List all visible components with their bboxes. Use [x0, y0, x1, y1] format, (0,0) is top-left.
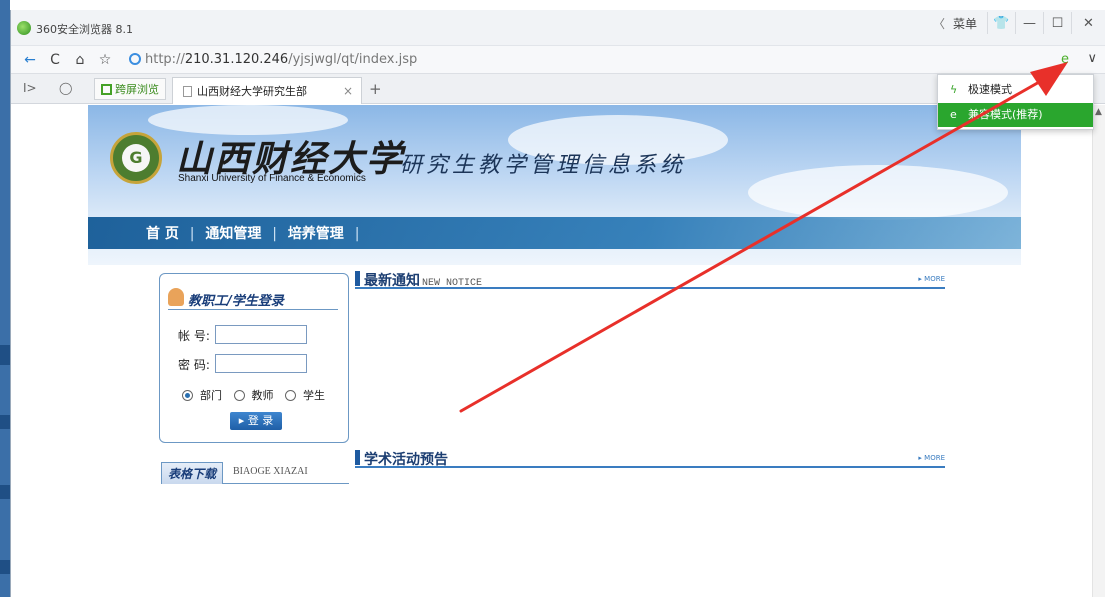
downloads-tab[interactable]: 表格下载	[161, 462, 224, 484]
url-host: 210.31.120.246	[184, 52, 289, 67]
minimize-button[interactable]: —	[1015, 12, 1043, 34]
login-button[interactable]: ▸ 登 录	[230, 412, 282, 430]
close-tab-icon[interactable]: ×	[343, 84, 353, 98]
skin-icon[interactable]: 👕	[987, 12, 1015, 34]
account-label: 帐 号:	[178, 329, 210, 343]
password-label: 密 码:	[178, 358, 210, 372]
url-path: /yjsjwgl/qt/index.jsp	[288, 52, 418, 67]
ie-icon: e	[950, 108, 957, 121]
login-panel: 教职工/学生登录 帐 号: 密 码: 部门 教师 学生 ▸ 登 录	[159, 273, 349, 443]
window-title: 360安全浏览器 8.1	[36, 23, 133, 36]
seal-letter: G	[122, 144, 150, 172]
maximize-button[interactable]: ☐	[1043, 12, 1071, 34]
chevron-down-icon[interactable]: ∨	[1087, 51, 1097, 66]
password-input[interactable]	[215, 354, 307, 373]
title-bar: 360安全浏览器 8.1 〈 菜单 👕 — ☐ ✕	[11, 10, 1105, 46]
academic-header: 学术活动预告 ▸ MORE	[355, 448, 945, 468]
tab-current-page[interactable]: 山西财经大学研究生部 ×	[172, 77, 362, 104]
role-radio-teacher[interactable]	[233, 389, 245, 401]
account-input[interactable]	[215, 325, 307, 344]
user-avatar-icon	[168, 288, 184, 306]
role-radio-student[interactable]	[285, 389, 296, 401]
academic-title: 学术活动预告	[364, 452, 448, 468]
login-header: 教职工/学生登录	[168, 286, 338, 310]
nav-notice-management[interactable]: 通知管理	[205, 226, 261, 242]
notices-header: 最新通知 NEW NOTICE ▸ MORE	[355, 269, 945, 289]
university-seal-icon: G	[110, 132, 162, 184]
desktop-icon-strip	[0, 485, 10, 499]
page-status-icon	[129, 53, 141, 65]
role-selector: 部门 教师 学生	[182, 387, 325, 403]
nav-home[interactable]: 首 页	[146, 226, 179, 242]
desktop-background	[0, 0, 10, 597]
sidebar-collapse-icon[interactable]: 〈	[933, 15, 945, 32]
login-title: 教职工/学生登录	[188, 294, 284, 309]
reload-icon[interactable]: C	[46, 51, 64, 69]
downloads-subtitle: BIAOGE XIAZAI	[233, 466, 308, 477]
browser-mode-menu: ϟ 极速模式 e 兼容模式(推荐)	[937, 74, 1094, 130]
web-page: G 山西财经大学 Shanxi University of Finance & …	[11, 105, 1093, 597]
system-title: 研究生教学管理信息系统	[400, 153, 687, 178]
role-label-student: 学生	[303, 389, 325, 402]
close-button[interactable]: ✕	[1071, 12, 1105, 34]
nav-training-management[interactable]: 培养管理	[288, 226, 344, 242]
menu-item-compat-mode[interactable]: e 兼容模式(推荐)	[938, 103, 1093, 127]
notices-subtitle: NEW NOTICE	[422, 278, 483, 289]
menu-item-label: 兼容模式(推荐)	[968, 108, 1043, 121]
page-icon	[183, 85, 192, 97]
sidebar-toggle-icon[interactable]: I>	[23, 81, 37, 95]
split-screen-icon	[101, 83, 112, 95]
notices-more-link[interactable]: ▸ MORE	[918, 275, 945, 283]
address-bar: ← C ⌂ ☆ http://210.31.120.246/yjsjwgl/qt…	[11, 46, 1105, 74]
menu-button[interactable]: 菜单	[953, 15, 977, 32]
nav-separator: |	[354, 226, 360, 242]
url-field[interactable]: http://210.31.120.246/yjsjwgl/qt/index.j…	[145, 52, 417, 67]
split-view-label: 跨屏浏览	[115, 83, 159, 96]
section-marker	[355, 271, 360, 286]
vertical-scrollbar[interactable]: ▲	[1092, 105, 1105, 597]
compat-mode-icon[interactable]: e	[1061, 52, 1069, 67]
downloads-header: 表格下载 BIAOGE XIAZAI	[161, 462, 349, 484]
browser-window: 360安全浏览器 8.1 〈 菜单 👕 — ☐ ✕ ← C ⌂ ☆ http:/…	[10, 10, 1105, 597]
desktop-icon-strip	[0, 415, 10, 429]
role-label-department: 部门	[200, 389, 222, 402]
nav-separator: |	[272, 226, 277, 242]
url-scheme: http://	[145, 52, 185, 67]
cloud-icon[interactable]: ◯	[59, 81, 72, 95]
back-arrow-icon[interactable]: ←	[21, 51, 39, 69]
academic-more-link[interactable]: ▸ MORE	[918, 454, 945, 462]
new-tab-button[interactable]: +	[369, 80, 382, 98]
menu-item-fast-mode[interactable]: ϟ 极速模式	[938, 78, 1093, 102]
site-nav: 首 页 | 通知管理 | 培养管理 |	[88, 217, 1021, 249]
desktop-icon-strip	[0, 345, 10, 365]
favorite-star-icon[interactable]: ☆	[96, 51, 114, 69]
site-banner: G 山西财经大学 Shanxi University of Finance & …	[88, 105, 1021, 265]
menu-item-label: 极速模式	[968, 83, 1012, 96]
role-radio-department[interactable]	[182, 389, 193, 401]
scroll-up-icon[interactable]: ▲	[1095, 107, 1102, 117]
home-icon[interactable]: ⌂	[71, 51, 89, 69]
nav-separator: |	[189, 226, 195, 242]
desktop-icon-strip	[0, 560, 10, 574]
role-label-teacher: 教师	[251, 389, 274, 402]
section-marker	[355, 450, 360, 465]
tab-label: 山西财经大学研究生部	[197, 85, 307, 98]
notices-title: 最新通知	[364, 273, 420, 289]
browser-logo-icon	[17, 21, 31, 35]
university-name-en: Shanxi University of Finance & Economics	[178, 173, 366, 184]
lightning-icon: ϟ	[950, 83, 958, 96]
split-view-button[interactable]: 跨屏浏览	[94, 78, 166, 100]
banner-cloud	[748, 165, 1008, 220]
